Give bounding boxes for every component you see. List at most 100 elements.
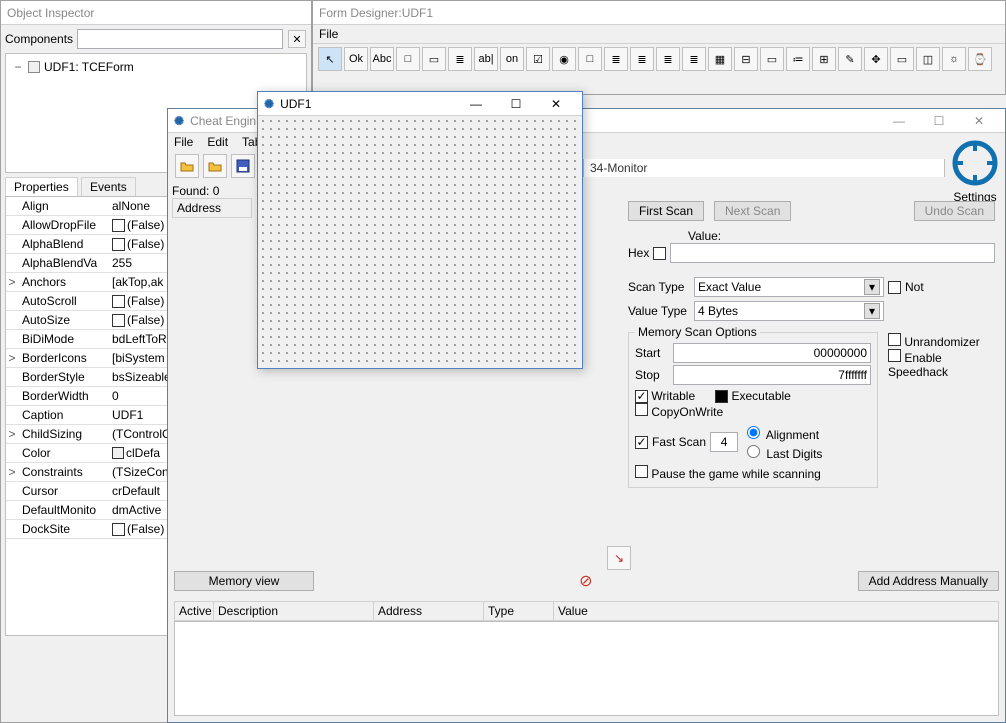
fd-tool-25[interactable]: ⌚	[968, 47, 992, 71]
form-designer-window: Form Designer:UDF1 File ↖OkAbc□▭≣ab|on☑◉…	[312, 0, 1006, 95]
udf1-window[interactable]: ✺ UDF1 — ☐ ✕	[257, 91, 583, 369]
fd-tool-0[interactable]: ↖	[318, 47, 342, 71]
tab-properties[interactable]: Properties	[5, 177, 78, 196]
form-designer-menu-file[interactable]: File	[319, 27, 338, 41]
copyonwrite-checkbox[interactable]	[635, 403, 648, 416]
fd-tool-24[interactable]: ☼	[942, 47, 966, 71]
udf1-form-canvas[interactable]	[258, 116, 582, 368]
fd-tool-6[interactable]: ab|	[474, 47, 498, 71]
expand-icon[interactable]: >	[6, 275, 18, 289]
fd-tool-17[interactable]: ▭	[760, 47, 784, 71]
property-checkbox[interactable]	[112, 238, 125, 251]
fd-tool-8[interactable]: ☑	[526, 47, 550, 71]
property-checkbox[interactable]	[112, 314, 125, 327]
fastscan-value[interactable]	[710, 432, 738, 452]
value-type-select[interactable]: 4 Bytes▾	[694, 301, 884, 321]
ce-menu-edit[interactable]: Edit	[207, 135, 228, 149]
value-input[interactable]	[670, 243, 995, 263]
fd-tool-11[interactable]: ≣	[604, 47, 628, 71]
start-input[interactable]	[673, 343, 871, 363]
form-designer-titlebar[interactable]: Form Designer:UDF1	[313, 1, 1005, 25]
ce-settings-icon[interactable]	[951, 139, 999, 187]
col-address[interactable]: Address	[172, 198, 252, 218]
expand-icon[interactable]: >	[6, 351, 18, 365]
maximize-button[interactable]: ☐	[919, 109, 959, 133]
open2-icon[interactable]	[203, 154, 227, 178]
fd-tool-7[interactable]: on	[500, 47, 524, 71]
chevron-down-icon: ▾	[864, 279, 880, 295]
expand-icon[interactable]: >	[6, 427, 18, 441]
address-list[interactable]	[174, 621, 999, 716]
lastdigits-radio[interactable]	[747, 445, 760, 458]
pause-checkbox[interactable]	[635, 465, 648, 478]
property-checkbox[interactable]	[112, 295, 125, 308]
property-value-text: [akTop,ak	[112, 275, 163, 289]
components-combo[interactable]	[77, 29, 283, 49]
ce-menu-file[interactable]: File	[174, 135, 193, 149]
scan-type-select[interactable]: Exact Value▾	[694, 277, 884, 297]
object-inspector-titlebar[interactable]: Object Inspector	[1, 1, 311, 25]
property-value-text: (False)	[127, 313, 164, 327]
minimize-button[interactable]: —	[879, 109, 919, 133]
fd-tool-3[interactable]: □	[396, 47, 420, 71]
col-active[interactable]: Active	[174, 601, 214, 621]
property-value-text: UDF1	[112, 408, 143, 422]
udf1-minimize-button[interactable]: —	[456, 92, 496, 116]
scan-type-label: Scan Type	[628, 280, 690, 294]
expand-icon[interactable]: >	[6, 465, 18, 479]
open-icon[interactable]	[175, 154, 199, 178]
col-address2[interactable]: Address	[374, 601, 484, 621]
first-scan-button[interactable]: First Scan	[628, 201, 704, 221]
col-description[interactable]: Description	[214, 601, 374, 621]
fd-tool-21[interactable]: ✥	[864, 47, 888, 71]
unrandomizer-label: Unrandomizer	[904, 335, 979, 349]
not-checkbox[interactable]	[888, 281, 901, 294]
col-type[interactable]: Type	[484, 601, 554, 621]
property-value-text: clDefa	[126, 446, 160, 460]
fd-tool-12[interactable]: ≣	[630, 47, 654, 71]
fd-tool-4[interactable]: ▭	[422, 47, 446, 71]
fastscan-checkbox[interactable]: ✓	[635, 436, 648, 449]
property-checkbox[interactable]	[112, 523, 125, 536]
speedhack-checkbox[interactable]	[888, 349, 901, 362]
property-value-text: bdLeftToR	[112, 332, 167, 346]
fd-tool-10[interactable]: □	[578, 47, 602, 71]
close-button[interactable]: ✕	[959, 109, 999, 133]
tab-events[interactable]: Events	[81, 177, 136, 196]
udf1-close-button[interactable]: ✕	[536, 92, 576, 116]
hex-checkbox[interactable]	[653, 247, 666, 260]
next-scan-button[interactable]: Next Scan	[714, 201, 791, 221]
components-clear-icon[interactable]: ✕	[288, 30, 306, 48]
fd-tool-15[interactable]: ▦	[708, 47, 732, 71]
fd-tool-16[interactable]: ⊟	[734, 47, 758, 71]
fd-tool-22[interactable]: ▭	[890, 47, 914, 71]
fd-tool-19[interactable]: ⊞	[812, 47, 836, 71]
undo-scan-button[interactable]: Undo Scan	[914, 201, 995, 221]
property-name: Color	[18, 446, 108, 460]
unrandomizer-checkbox[interactable]	[888, 333, 901, 346]
udf1-titlebar[interactable]: ✺ UDF1 — ☐ ✕	[258, 92, 582, 116]
found-label: Found: 0	[172, 184, 262, 198]
save-icon[interactable]	[231, 154, 255, 178]
col-value[interactable]: Value	[554, 601, 999, 621]
fd-tool-18[interactable]: ≔	[786, 47, 810, 71]
fd-tool-14[interactable]: ≣	[682, 47, 706, 71]
fd-tool-5[interactable]: ≣	[448, 47, 472, 71]
alignment-radio[interactable]	[747, 426, 760, 439]
memory-view-button[interactable]: Memory view	[174, 571, 314, 591]
fd-tool-20[interactable]: ✎	[838, 47, 862, 71]
add-address-manually-button[interactable]: Add Address Manually	[858, 571, 999, 591]
tree-expand-icon[interactable]: −	[12, 60, 24, 74]
fd-tool-2[interactable]: Abc	[370, 47, 394, 71]
components-tree-item[interactable]: − UDF1: TCEForm	[12, 60, 300, 74]
udf1-maximize-button[interactable]: ☐	[496, 92, 536, 116]
fd-tool-13[interactable]: ≣	[656, 47, 680, 71]
fd-tool-1[interactable]: Ok	[344, 47, 368, 71]
add-selected-icon[interactable]: ↘	[607, 546, 631, 570]
stop-input[interactable]	[673, 365, 871, 385]
fd-tool-23[interactable]: ◫	[916, 47, 940, 71]
fd-tool-9[interactable]: ◉	[552, 47, 576, 71]
writable-checkbox[interactable]: ✓	[635, 390, 648, 403]
executable-checkbox[interactable]: ◼	[715, 390, 728, 403]
property-checkbox[interactable]	[112, 219, 125, 232]
